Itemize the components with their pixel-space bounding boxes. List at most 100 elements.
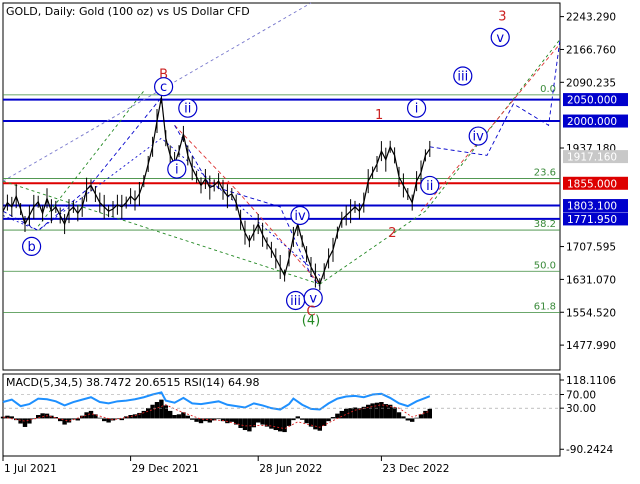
macd-hist-bar-94 (414, 417, 419, 419)
wave-label-15: iv (473, 130, 485, 145)
macd-hist-bar-54 (238, 418, 243, 428)
macd-hist-bar-64 (282, 418, 287, 433)
wave-label-12: i (415, 102, 419, 117)
wave-label-1: c (160, 80, 167, 95)
wave-label-6: iii (290, 294, 301, 309)
fib-level-label-1: 23.6 (534, 168, 556, 179)
y-tick-label-5: 1631.070 (566, 274, 616, 286)
macd-hist-bar-67 (295, 416, 300, 419)
macd-hist-bar-91 (401, 416, 406, 419)
x-tick-label-0: 1 Jul 2021 (4, 463, 57, 475)
indicator-tick-label-2: 30.00 (566, 403, 596, 415)
macd-hist-bar-37 (163, 405, 168, 419)
macd-hist-bar-35 (154, 402, 160, 419)
y-tick-label-2: 2090.235 (566, 77, 616, 89)
x-tick-label-2: 28 Jun 2022 (259, 463, 322, 475)
macd-hist-bar-5 (22, 418, 28, 427)
macd-hist-bar-40 (176, 414, 182, 419)
macd-hist-bar-51 (225, 418, 230, 424)
price-label-text-5: 1771.950 (567, 214, 617, 226)
price-label-text-2: 1917.160 (567, 152, 617, 164)
wave-label-9: (4) (302, 314, 320, 329)
fib-level-label-2: 38.2 (534, 219, 556, 230)
macd-hist-bar-49 (216, 418, 221, 420)
macd-hist-bar-92 (405, 418, 410, 421)
macd-hist-bar-59 (260, 418, 265, 425)
macd-hist-bar-47 (207, 418, 212, 423)
indicator-tick-label-0: 118.1106 (566, 375, 616, 387)
macd-hist-bar-84 (370, 403, 375, 419)
macd-hist-bar-75 (330, 417, 336, 419)
macd-hist-bar-4 (18, 418, 23, 424)
macd-hist-bar-68 (300, 418, 305, 420)
macd-hist-bar-73 (322, 418, 327, 426)
macd-hist-bar-43 (190, 418, 195, 420)
macd-hist-bar-9 (40, 413, 45, 419)
macd-hist-bar-22 (97, 417, 102, 419)
macd-hist-bar-34 (150, 404, 155, 419)
macd-hist-bar-44 (194, 418, 199, 422)
macd-hist-bar-63 (278, 418, 283, 432)
wave-label-16: v (496, 31, 504, 46)
wave-label-10: 1 (375, 108, 383, 123)
macd-hist-bar-62 (273, 418, 278, 431)
fib-level-label-4: 61.8 (534, 301, 556, 312)
price-label-text-4: 1803.100 (567, 201, 617, 213)
wave-label-5: iv (294, 209, 306, 224)
macd-hist-bar-72 (317, 418, 322, 431)
macd-hist-bar-36 (159, 399, 164, 419)
wave-label-4: i (175, 163, 179, 178)
macd-hist-bar-80 (352, 407, 358, 419)
macd-hist-bar-74 (326, 418, 331, 422)
macd-hist-bar-6 (27, 418, 32, 424)
macd-hist-bar-77 (339, 410, 344, 419)
macd-hist-bar-23 (102, 418, 107, 422)
price-label-text-0: 2050.000 (567, 95, 617, 107)
price-label-text-3: 1855.000 (567, 178, 617, 190)
macd-hist-bar-97 (427, 408, 432, 419)
macd-hist-bar-71 (313, 418, 318, 430)
macd-hist-bar-42 (185, 415, 190, 419)
price-label-text-1: 2000.000 (567, 116, 617, 128)
fib-level-label-3: 50.0 (534, 260, 556, 271)
y-tick-label-1: 2166.760 (566, 44, 616, 56)
macd-hist-bar-61 (269, 418, 274, 429)
macd-hist-bar-52 (229, 418, 234, 422)
wave-label-2: b (27, 240, 35, 255)
macd-hist-bar-93 (410, 418, 415, 422)
y-tick-label-0: 2243.290 (566, 12, 616, 24)
macd-hist-bar-20 (88, 410, 94, 419)
indicator-tick-label-1: 70.00 (566, 390, 596, 402)
macd-hist-bar-90 (396, 412, 402, 419)
chart-title: GOLD, Daily: Gold (100 oz) vs US Dollar … (6, 5, 250, 18)
chart-canvas: 0.023.638.250.061.8Bcbiiiiviii vC(4)12iii… (0, 2, 628, 475)
y-tick-label-6: 1554.520 (566, 307, 616, 319)
macd-hist-bar-83 (366, 404, 371, 419)
x-tick-label-3: 23 Dec 2022 (382, 463, 449, 475)
wave-label-3: ii (184, 102, 191, 117)
indicator-tick-label-3: -90.2424 (566, 444, 614, 456)
macd-hist-bar-76 (335, 413, 340, 419)
wave-label-11: 2 (388, 226, 396, 241)
y-tick-label-7: 1477.990 (566, 340, 616, 352)
macd-hist-bar-24 (106, 418, 111, 423)
wave-label-17: 3 (498, 9, 506, 24)
chart-window: 0.0 23.6 38.2 50.0 61.8 Bc b ii i iv iii v C (4) 1 2 i ii… (0, 0, 640, 480)
macd-hist-bar-86 (379, 402, 384, 419)
macd-hist-bar-58 (256, 418, 261, 423)
macd-hist-bar-55 (242, 418, 248, 431)
macd-hist-bar-17 (75, 418, 80, 421)
macd-hist-bar-32 (141, 410, 146, 419)
macd-hist-bar-39 (172, 415, 177, 419)
wave-label-14: iii (457, 69, 468, 84)
indicator-label: MACD(5,34,5) 38.7472 20.6515 RSI(14) 64.… (6, 376, 259, 389)
macd-hist-bar-65 (286, 418, 292, 426)
macd-hist-bar-29 (128, 415, 133, 419)
macd-hist-bar-66 (291, 418, 296, 421)
macd-hist-bar-33 (146, 408, 151, 419)
macd-hist-bar-56 (247, 418, 252, 432)
macd-hist-bar-38 (168, 410, 173, 419)
macd-hist-bar-2 (9, 416, 14, 419)
x-tick-label-1: 29 Dec 2021 (132, 463, 199, 475)
y-tick-label-4: 1707.595 (566, 242, 616, 254)
